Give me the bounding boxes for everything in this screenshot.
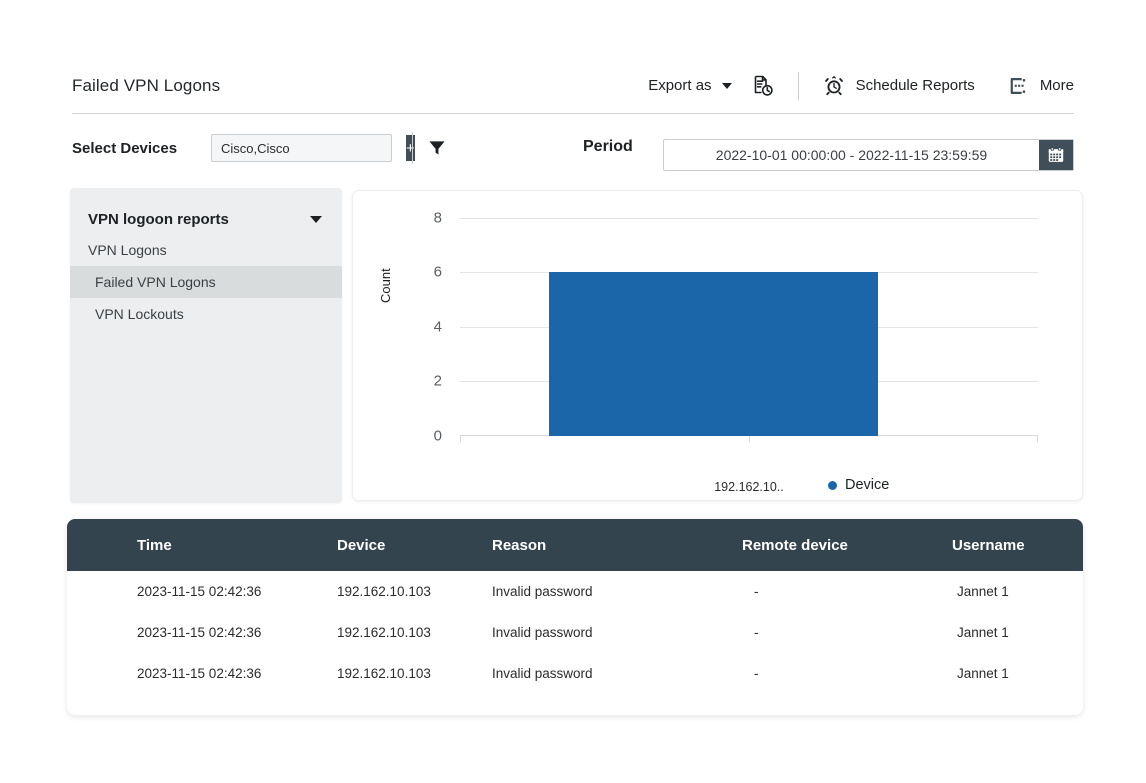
cell-device: 192.162.10.103 xyxy=(337,571,492,612)
dotted-box-icon xyxy=(1005,73,1031,99)
cell-time: 2023-11-15 02:42:36 xyxy=(67,571,337,612)
alarm-clock-icon xyxy=(821,73,847,99)
cell-time: 2023-11-15 02:42:36 xyxy=(67,653,337,694)
table-body: 2023-11-15 02:42:36 192.162.10.103 Inval… xyxy=(67,571,1083,694)
chevron-down-icon xyxy=(722,83,732,89)
cell-device: 192.162.10.103 xyxy=(337,653,492,694)
sidebar-header[interactable]: VPN logoon reports xyxy=(70,204,342,234)
header-actions: Export as xyxy=(648,72,1074,104)
y-tick-6: 6 xyxy=(402,264,442,281)
report-page: Failed VPN Logons Export as xyxy=(0,0,1146,783)
gridline-8 xyxy=(460,218,1038,219)
cell-username: Jannet 1 xyxy=(912,612,1083,653)
cell-reason: Invalid password xyxy=(492,571,707,612)
more-button[interactable]: More xyxy=(1005,73,1074,99)
column-header-time[interactable]: Time xyxy=(67,519,337,571)
results-table: Time Device Reason Remote device Usernam… xyxy=(67,519,1083,694)
chart-legend-item-device[interactable]: Device xyxy=(828,477,889,493)
header-divider xyxy=(798,72,799,100)
select-devices-input[interactable] xyxy=(212,135,406,161)
funnel-icon[interactable] xyxy=(425,136,449,160)
page-title: Failed VPN Logons xyxy=(72,76,220,100)
cell-reason: Invalid password xyxy=(492,653,707,694)
x-axis-tick-start xyxy=(460,436,461,442)
document-clock-icon[interactable] xyxy=(750,73,776,99)
cell-username: Jannet 1 xyxy=(912,653,1083,694)
table-header: Time Device Reason Remote device Usernam… xyxy=(67,519,1083,571)
results-table-card: Time Device Reason Remote device Usernam… xyxy=(67,519,1083,715)
period-label: Period xyxy=(583,138,633,156)
legend-color-swatch xyxy=(828,481,837,490)
sidebar-item-vpn-lockouts[interactable]: VPN Lockouts xyxy=(70,298,342,330)
sidebar-item-vpn-logons[interactable]: VPN Logons xyxy=(70,234,342,266)
cell-time: 2023-11-15 02:42:36 xyxy=(67,612,337,653)
schedule-reports-label: Schedule Reports xyxy=(856,77,975,94)
cell-reason: Invalid password xyxy=(492,612,707,653)
x-axis-tick-category xyxy=(749,436,750,442)
y-tick-8: 8 xyxy=(402,210,442,227)
select-devices-label: Select Devices xyxy=(72,140,177,157)
filter-bar: Select Devices + Period xyxy=(72,130,1074,176)
add-device-button[interactable]: + xyxy=(406,135,415,161)
x-axis-tick-end xyxy=(1037,436,1038,442)
table-row[interactable]: 2023-11-15 02:42:36 192.162.10.103 Inval… xyxy=(67,612,1083,653)
x-tick-label-0: 192.162.10.. xyxy=(679,480,819,494)
column-header-reason[interactable]: Reason xyxy=(492,519,707,571)
column-header-device[interactable]: Device xyxy=(337,519,492,571)
chevron-down-icon xyxy=(310,216,322,223)
cell-device: 192.162.10.103 xyxy=(337,612,492,653)
cell-username: Jannet 1 xyxy=(912,571,1083,612)
more-label: More xyxy=(1040,77,1074,94)
select-devices-control: + xyxy=(211,134,392,162)
y-tick-0: 0 xyxy=(402,428,442,445)
sidebar-item-failed-vpn-logons[interactable]: Failed VPN Logons xyxy=(70,266,342,298)
schedule-reports-button[interactable]: Schedule Reports xyxy=(821,73,975,99)
period-control xyxy=(663,139,1074,171)
table-header-row: Time Device Reason Remote device Usernam… xyxy=(67,519,1083,571)
chart-card: Count 8 6 4 2 0 192.162.10.. xyxy=(352,190,1083,501)
y-tick-2: 2 xyxy=(402,373,442,390)
calendar-icon[interactable] xyxy=(1039,140,1073,170)
chart-y-axis-label: Count xyxy=(378,268,393,303)
column-header-username[interactable]: Username xyxy=(912,519,1083,571)
period-input[interactable] xyxy=(664,140,1039,170)
table-row[interactable]: 2023-11-15 02:42:36 192.162.10.103 Inval… xyxy=(67,653,1083,694)
filter-divider xyxy=(412,132,413,164)
cell-remote-device: - xyxy=(707,612,912,653)
column-header-remote-device[interactable]: Remote device xyxy=(707,519,912,571)
sidebar-title: VPN logoon reports xyxy=(88,211,229,228)
bar-device-192-162-10[interactable] xyxy=(549,272,878,436)
y-tick-4: 4 xyxy=(402,319,442,336)
chart-plot-area: 8 6 4 2 0 192.162.10.. Device xyxy=(460,218,1038,443)
table-row[interactable]: 2023-11-15 02:42:36 192.162.10.103 Inval… xyxy=(67,571,1083,612)
export-as-label: Export as xyxy=(648,77,711,94)
legend-label: Device xyxy=(845,477,889,493)
chart-plot xyxy=(460,218,1038,436)
page-header: Failed VPN Logons Export as xyxy=(72,62,1074,114)
cell-remote-device: - xyxy=(707,653,912,694)
export-as-button[interactable]: Export as xyxy=(648,77,731,94)
cell-remote-device: - xyxy=(707,571,912,612)
report-sidebar: VPN logoon reports VPN Logons Failed VPN… xyxy=(70,188,342,503)
